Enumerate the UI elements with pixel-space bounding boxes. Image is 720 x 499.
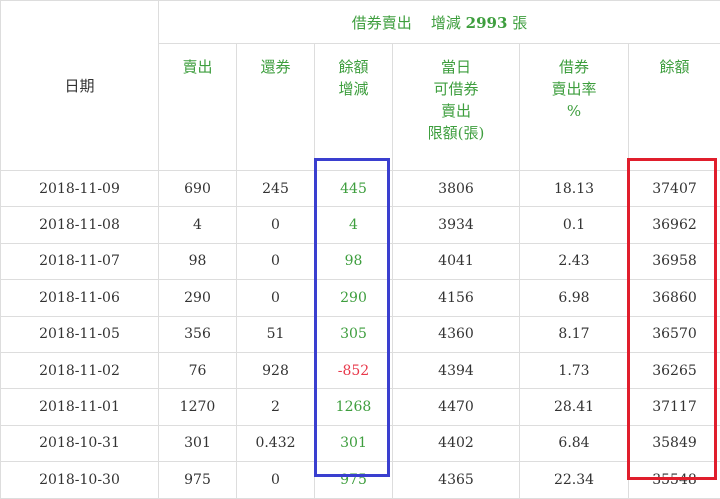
rate-cell: 6.84	[520, 425, 629, 461]
limit-column-header: 當日 可借券 賣出 限額(張)	[393, 44, 520, 171]
return-cell: 51	[237, 316, 315, 352]
sell-cell: 98	[159, 243, 237, 279]
change-cell: 1268	[315, 389, 393, 425]
rate-cell: 28.41	[520, 389, 629, 425]
date-cell: 2018-11-09	[1, 171, 159, 207]
change-unit: 張	[512, 14, 527, 32]
return-cell: 0	[237, 243, 315, 279]
header-line: 可借券	[393, 78, 519, 100]
date-cell: 2018-11-05	[1, 316, 159, 352]
rate-cell: 8.17	[520, 316, 629, 352]
return-cell: 245	[237, 171, 315, 207]
limit-cell: 4156	[393, 280, 520, 316]
balance-cell: 36958	[629, 243, 720, 279]
sell-cell: 356	[159, 316, 237, 352]
header-line: %	[520, 100, 628, 122]
change-cell: 301	[315, 425, 393, 461]
limit-cell: 4394	[393, 352, 520, 388]
group-title: 借券賣出	[352, 14, 412, 32]
date-cell: 2018-11-08	[1, 207, 159, 243]
header-line: 餘額	[315, 56, 392, 78]
limit-cell: 3934	[393, 207, 520, 243]
header-line: 限額(張)	[393, 122, 519, 144]
balance-change-column-header: 餘額 增減	[315, 44, 393, 171]
sell-cell: 690	[159, 171, 237, 207]
balance-cell: 36962	[629, 207, 720, 243]
rate-cell: 6.98	[520, 280, 629, 316]
date-cell: 2018-11-02	[1, 352, 159, 388]
return-cell: 0	[237, 280, 315, 316]
balance-cell: 37407	[629, 171, 720, 207]
change-total: 2993	[466, 14, 508, 32]
balance-cell: 36265	[629, 352, 720, 388]
table-row: 2018-10-313010.43230144026.8435849	[1, 425, 720, 461]
table-row: 2018-11-01127021268447028.4137117	[1, 389, 720, 425]
table-row: 2018-11-0276928-85243941.7336265	[1, 352, 720, 388]
table-body: 2018-11-09690245445380618.13374072018-11…	[1, 171, 720, 499]
date-cell: 2018-10-30	[1, 462, 159, 498]
sell-column-header: 賣出	[159, 44, 237, 171]
sell-cell: 4	[159, 207, 237, 243]
balance-cell: 35548	[629, 462, 720, 498]
rate-cell: 1.73	[520, 352, 629, 388]
return-cell: 2	[237, 389, 315, 425]
sell-cell: 975	[159, 462, 237, 498]
header-line: 當日	[393, 56, 519, 78]
rate-cell: 2.43	[520, 243, 629, 279]
securities-lending-table: 日期 借券賣出 增減 2993 張 賣出 還券 餘額 增減 當日 可借券 賣出 …	[0, 0, 720, 499]
return-cell: 0	[237, 462, 315, 498]
limit-cell: 4365	[393, 462, 520, 498]
table-row: 2018-11-06290029041566.9836860	[1, 280, 720, 316]
table-row: 2018-11-053565130543608.1736570	[1, 316, 720, 352]
change-cell: 305	[315, 316, 393, 352]
balance-cell: 36570	[629, 316, 720, 352]
rate-column-header: 借券 賣出率 %	[520, 44, 629, 171]
header-line: 借券	[520, 56, 628, 78]
change-cell: 98	[315, 243, 393, 279]
limit-cell: 3806	[393, 171, 520, 207]
balance-cell: 37117	[629, 389, 720, 425]
change-cell: 4	[315, 207, 393, 243]
table-row: 2018-10-309750975436522.3435548	[1, 462, 720, 498]
sell-cell: 1270	[159, 389, 237, 425]
rate-cell: 0.1	[520, 207, 629, 243]
return-cell: 0	[237, 207, 315, 243]
sell-cell: 290	[159, 280, 237, 316]
balance-cell: 35849	[629, 425, 720, 461]
group-title-header: 借券賣出 增減 2993 張	[159, 1, 720, 44]
balance-cell: 36860	[629, 280, 720, 316]
table-row: 2018-11-079809840412.4336958	[1, 243, 720, 279]
date-cell: 2018-11-06	[1, 280, 159, 316]
date-cell: 2018-11-07	[1, 243, 159, 279]
return-cell: 928	[237, 352, 315, 388]
change-cell: 290	[315, 280, 393, 316]
header-line: 賣出率	[520, 78, 628, 100]
table-row: 2018-11-0840439340.136962	[1, 207, 720, 243]
date-cell: 2018-11-01	[1, 389, 159, 425]
sell-cell: 76	[159, 352, 237, 388]
change-label: 增減	[431, 14, 461, 32]
change-cell: 445	[315, 171, 393, 207]
change-cell: 975	[315, 462, 393, 498]
return-column-header: 還券	[237, 44, 315, 171]
header-line: 增減	[315, 78, 392, 100]
return-cell: 0.432	[237, 425, 315, 461]
sell-cell: 301	[159, 425, 237, 461]
change-cell: -852	[315, 352, 393, 388]
header-line: 賣出	[393, 100, 519, 122]
limit-cell: 4402	[393, 425, 520, 461]
date-cell: 2018-10-31	[1, 425, 159, 461]
limit-cell: 4360	[393, 316, 520, 352]
rate-cell: 18.13	[520, 171, 629, 207]
limit-cell: 4470	[393, 389, 520, 425]
rate-cell: 22.34	[520, 462, 629, 498]
balance-column-header: 餘額	[629, 44, 720, 171]
table-row: 2018-11-09690245445380618.1337407	[1, 171, 720, 207]
date-column-header: 日期	[1, 1, 159, 171]
limit-cell: 4041	[393, 243, 520, 279]
